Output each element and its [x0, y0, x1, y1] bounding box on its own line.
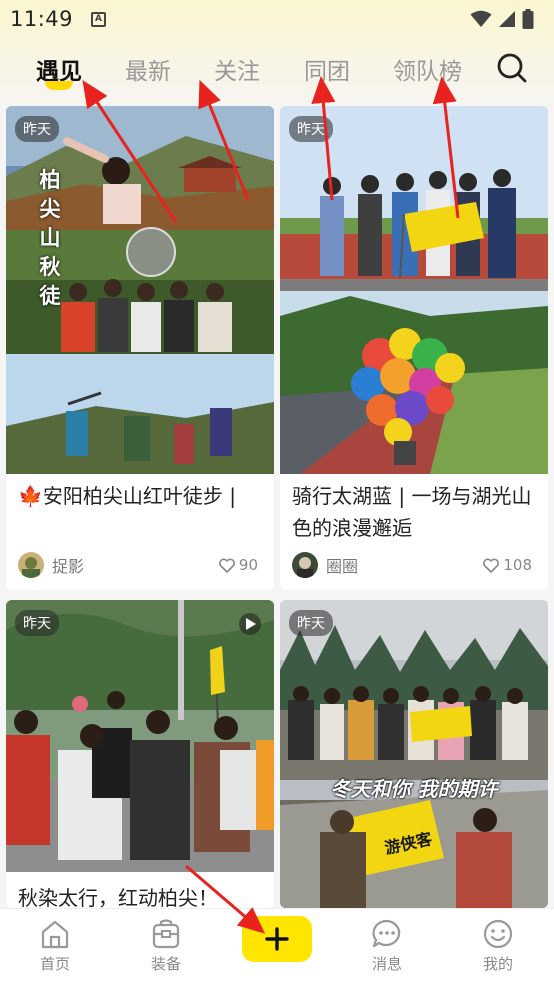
author-name: 捉影	[52, 557, 85, 576]
card-cover-image	[280, 106, 548, 474]
feed-card[interactable]: 昨天 冬天和你 我的期许 游侠客	[280, 600, 548, 908]
tab-following[interactable]: 关注	[214, 52, 260, 86]
author-name: 圈圈	[326, 557, 359, 576]
signal-icon	[499, 11, 515, 27]
cover-char: 秋	[39, 255, 61, 279]
card-author[interactable]: 捉影	[18, 552, 84, 578]
nav-gear-label: 装备	[150, 955, 181, 973]
card-cover-image	[6, 600, 274, 872]
card-author[interactable]: 圈圈	[292, 552, 358, 578]
video-play-icon	[239, 613, 261, 635]
nav-home[interactable]: 首页	[25, 919, 85, 974]
cover-char: 山	[39, 226, 61, 250]
heart-icon	[483, 558, 500, 573]
nav-home-label: 首页	[39, 955, 70, 973]
cover-char: 徒	[39, 284, 61, 308]
nav-messages-label: 消息	[371, 955, 402, 973]
backpack-icon	[152, 919, 180, 949]
notification-a-icon: A	[91, 11, 107, 27]
feed-card[interactable]: 柏 尖 山 秋 徒 昨天 🍁安阳柏尖山红叶徒步 | 捉影 90	[6, 106, 274, 590]
cover-char: 柏	[39, 168, 61, 192]
like-count[interactable]: 108	[483, 556, 532, 574]
like-number: 108	[503, 556, 532, 574]
feed-tabs: 遇见 最新 关注 同团 领队榜	[0, 44, 554, 94]
feed-card[interactable]: 昨天 骑行太湖蓝 | 一场与湖光山色的浪漫邂逅 圈圈 108	[280, 106, 548, 590]
cover-caption: 冬天和你 我的期许	[330, 777, 498, 801]
tab-same-group[interactable]: 同团	[304, 52, 350, 86]
status-time: 11:49	[10, 7, 74, 31]
wifi-icon	[470, 10, 492, 27]
date-badge: 昨天	[15, 610, 59, 636]
feed-card[interactable]: 昨天 秋染太行，红动柏尖！	[6, 600, 274, 908]
chat-bubble-icon	[372, 919, 401, 948]
avatar	[18, 552, 44, 578]
card-title: 🍁安阳柏尖山红叶徒步 |	[18, 484, 236, 508]
like-number: 90	[238, 556, 258, 574]
bottom-navigation: 首页 装备 消息 我的	[0, 908, 554, 984]
card-title: 骑行太湖蓝 | 一场与湖光山色的浪漫邂逅	[292, 484, 532, 540]
cover-vertical-text: 柏 尖 山 秋 徒	[36, 166, 64, 311]
tab-leader-ranking[interactable]: 领队榜	[393, 52, 462, 86]
like-count[interactable]: 90	[218, 556, 258, 574]
heart-icon	[218, 558, 235, 573]
battery-icon	[522, 9, 534, 29]
status-bar: 11:49 A	[0, 0, 554, 38]
publish-button[interactable]	[242, 916, 312, 962]
card-cover-image	[280, 600, 548, 908]
nav-messages[interactable]: 消息	[357, 919, 417, 974]
search-icon[interactable]	[496, 52, 528, 84]
tab-latest[interactable]: 最新	[125, 52, 171, 86]
nav-gear[interactable]: 装备	[136, 919, 196, 974]
plus-icon	[265, 927, 289, 951]
date-badge: 昨天	[289, 610, 333, 636]
avatar	[292, 552, 318, 578]
date-badge: 昨天	[289, 116, 333, 142]
nav-mine-label: 我的	[482, 955, 513, 973]
card-title: 秋染太行，红动柏尖！	[18, 886, 218, 908]
date-badge: 昨天	[15, 116, 59, 142]
cover-char: 尖	[39, 197, 61, 221]
smiley-icon	[483, 919, 513, 949]
nav-mine[interactable]: 我的	[468, 919, 528, 974]
home-icon	[41, 920, 69, 949]
